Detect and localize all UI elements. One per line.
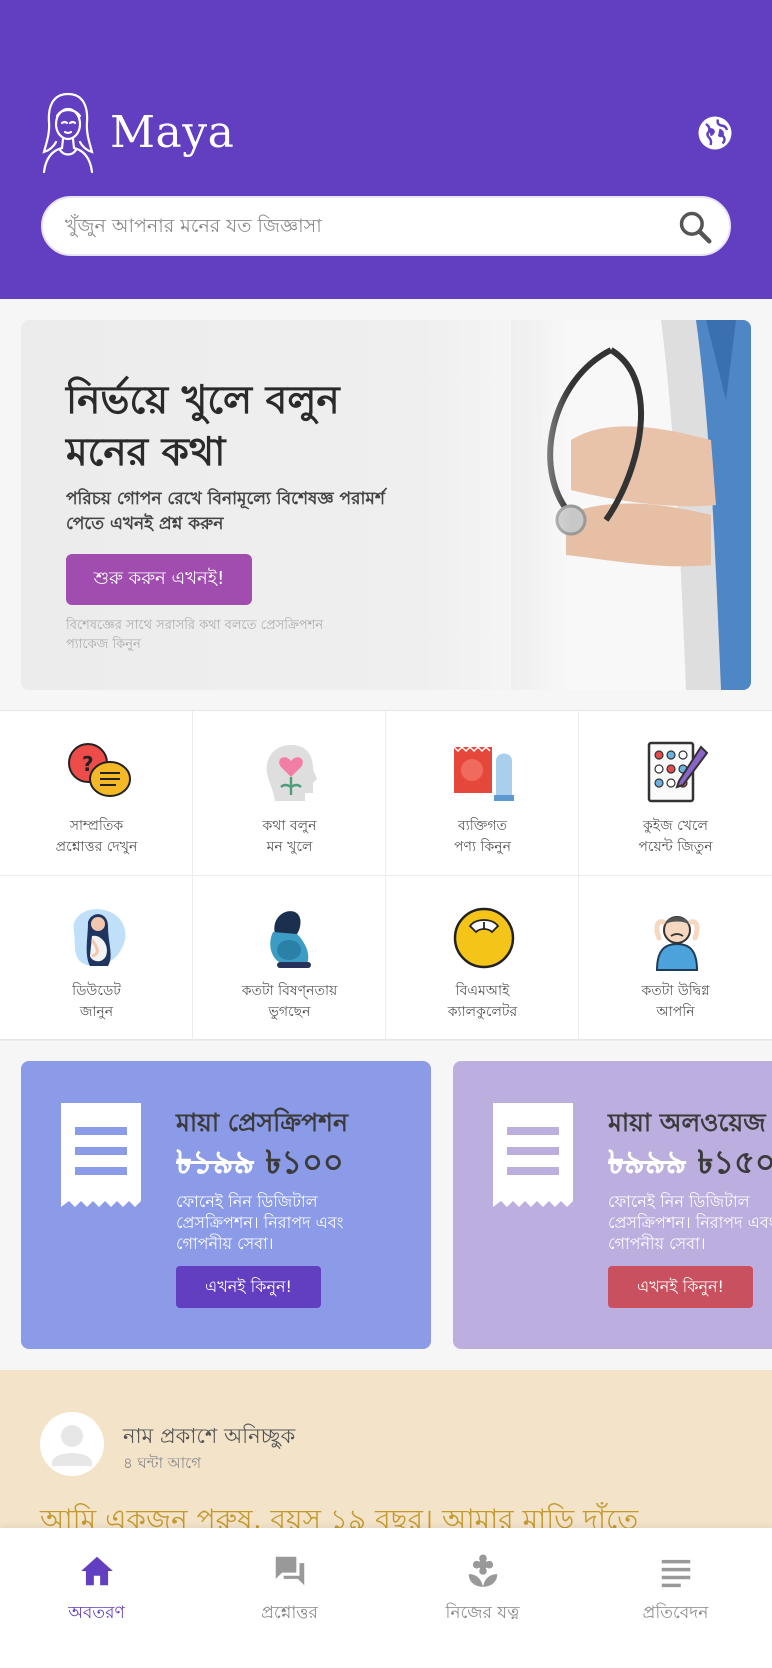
feature-label: সাম্প্রতিক প্রশ্নোত্তর দেখুন bbox=[55, 818, 138, 855]
app-header: Maya bbox=[0, 0, 772, 299]
feature-label: কথা বলুন মন খুলে bbox=[262, 818, 317, 855]
feature-label: কুইজ খেলে পয়েন্ট জিতুন bbox=[638, 818, 713, 855]
nav-home[interactable]: অবতরণ bbox=[0, 1528, 193, 1668]
nav-label: নিজের যত্ন bbox=[445, 1603, 520, 1623]
nav-label: প্রতিবেদন bbox=[642, 1603, 709, 1623]
package-description: ফোনেই নিন ডিজিটাল প্রেসক্রিপশন। নিরাপদ এ… bbox=[608, 1192, 772, 1253]
buy-now-button[interactable]: এখনই কিনুন! bbox=[608, 1266, 753, 1308]
nav-label: প্রশ্নোত্তর bbox=[261, 1603, 318, 1623]
nav-qa[interactable]: প্রশ্নোত্তর bbox=[193, 1528, 386, 1668]
search-icon[interactable] bbox=[676, 208, 714, 246]
anxious-person-icon bbox=[654, 916, 700, 971]
globe-icon[interactable] bbox=[697, 115, 733, 151]
hero-banner: নির্ভয়ে খুলে বলুন মনের কথা পরিচয় গোপন … bbox=[21, 320, 751, 690]
nav-self-care[interactable]: নিজের যত্ন bbox=[386, 1528, 579, 1668]
package-old-price: ৳৯৯৯ bbox=[608, 1143, 687, 1181]
products-icon bbox=[453, 745, 514, 801]
forum-icon bbox=[275, 1556, 305, 1586]
home-icon bbox=[81, 1556, 113, 1586]
user-avatar-icon bbox=[40, 1412, 104, 1476]
receipt-icon bbox=[61, 1103, 141, 1207]
feature-products[interactable]: ব্যক্তিগত পণ্য কিনুন bbox=[386, 711, 579, 876]
article-icon bbox=[661, 1559, 691, 1588]
banner-subtitle: পরিচয় গোপন রেখে বিনামূল্যে বিশেষজ্ঞ পরা… bbox=[66, 489, 385, 534]
feature-label: কতটা উদ্বিগ্ন আপনি bbox=[641, 983, 710, 1020]
app-name: Maya bbox=[110, 106, 235, 158]
package-old-price: ৳১৯৯ bbox=[176, 1143, 255, 1181]
feature-bmi[interactable]: বিএমআই ক্যালকুলেটর bbox=[386, 876, 579, 1041]
package-card-prescription[interactable]: মায়া প্রেসক্রিপশন ৳১৯৯ ৳১০০ ফোনেই নিন ড… bbox=[21, 1061, 431, 1349]
package-new-price: ৳১৫০ bbox=[697, 1143, 772, 1181]
start-now-button[interactable]: শুরু করুন এখনই! bbox=[66, 554, 252, 605]
package-new-price: ৳১০০ bbox=[265, 1143, 344, 1181]
nav-reports[interactable]: প্রতিবেদন bbox=[579, 1528, 772, 1668]
feature-label: বিএমআই ক্যালকুলেটর bbox=[447, 983, 518, 1020]
banner-title: নির্ভয়ে খুলে বলুন মনের কথা bbox=[66, 378, 340, 475]
quiz-icon bbox=[647, 741, 709, 803]
post-author: নাম প্রকাশে অনিচ্ছুক bbox=[123, 1424, 296, 1448]
feature-label: ডিউডেট জানুন bbox=[72, 983, 121, 1020]
feature-anxiety[interactable]: কতটা উদ্বিগ্ন আপনি bbox=[579, 876, 772, 1041]
scale-icon bbox=[453, 907, 515, 969]
self-care-icon bbox=[468, 1554, 498, 1587]
feature-grid: ? সাম্প্রতিক প্রশ্নোত্তর দেখুন কথা বলুন … bbox=[0, 710, 772, 1041]
package-price: ৳১৯৯ ৳১০০ bbox=[176, 1137, 344, 1191]
package-carousel[interactable]: মায়া প্রেসক্রিপশন ৳১৯৯ ৳১০০ ফোনেই নিন ড… bbox=[0, 1061, 772, 1350]
feature-recent-qa[interactable]: ? সাম্প্রতিক প্রশ্নোত্তর দেখুন bbox=[0, 711, 193, 876]
doctor-image bbox=[511, 320, 751, 690]
post-preview-text: আমি একজন পুরুষ, বয়স ১৯ বছর। আমার মাড়ি … bbox=[40, 1503, 639, 1530]
question-post-card[interactable]: নাম প্রকাশে অনিচ্ছুক ৪ ঘন্টা আগে আমি একজ… bbox=[0, 1370, 772, 1530]
pregnant-woman-icon bbox=[73, 909, 126, 967]
receipt-icon bbox=[493, 1103, 573, 1207]
buy-now-button[interactable]: এখনই কিনুন! bbox=[176, 1266, 321, 1308]
banner-note: বিশেষজ্ঞের সাথে সরাসরি কথা বলতে প্রেসক্র… bbox=[66, 618, 324, 652]
nav-label: অবতরণ bbox=[68, 1603, 125, 1623]
bottom-navigation: অবতরণ প্রশ্নোত্তর নিজের যত্ন প্রতিবেদন bbox=[0, 1528, 772, 1668]
maya-logo-icon bbox=[42, 92, 94, 174]
app-logo[interactable]: Maya bbox=[40, 90, 234, 174]
package-price: ৳৯৯৯ ৳১৫০ bbox=[608, 1137, 772, 1191]
search-bar[interactable] bbox=[41, 196, 731, 256]
feature-depression[interactable]: কতটা বিষণ্নতায় ভুগছেন bbox=[193, 876, 386, 1041]
feature-quiz[interactable]: কুইজ খেলে পয়েন্ট জিতুন bbox=[579, 711, 772, 876]
feature-talk[interactable]: কথা বলুন মন খুলে bbox=[193, 711, 386, 876]
sad-person-icon bbox=[270, 911, 311, 968]
search-input[interactable] bbox=[65, 198, 665, 254]
feature-due-date[interactable]: ডিউডেট জানুন bbox=[0, 876, 193, 1041]
feature-label: ব্যক্তিগত পণ্য কিনুন bbox=[454, 818, 511, 855]
package-description: ফোনেই নিন ডিজিটাল প্রেসক্রিপশন। নিরাপদ এ… bbox=[176, 1192, 344, 1253]
package-card-always-on[interactable]: মায়া অলওয়েজ অন ৳৯৯৯ ৳১৫০ ফোনেই নিন ডিজ… bbox=[453, 1061, 772, 1349]
feature-label: কতটা বিষণ্নতায় ভুগছেন bbox=[241, 983, 338, 1020]
chat-bubbles-icon: ? bbox=[68, 743, 131, 797]
post-timestamp: ৪ ঘন্টা আগে bbox=[123, 1454, 202, 1472]
head-heart-icon bbox=[266, 745, 317, 801]
